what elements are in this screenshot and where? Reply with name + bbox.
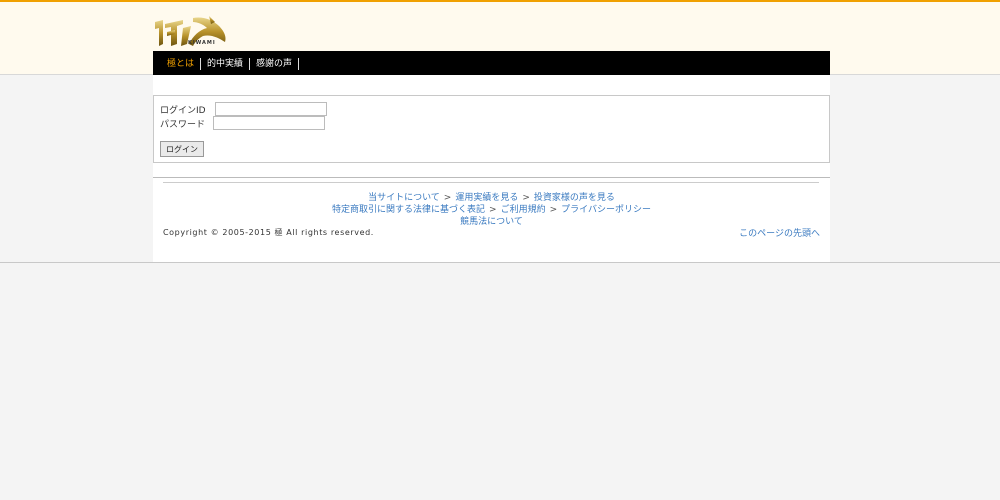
footer-divider <box>163 182 819 183</box>
logo-subtext: KIWAMI <box>188 40 216 46</box>
header-bar: KIWAMI 極とは 的中実績 感謝の声 <box>0 0 1000 76</box>
nav-item-testimonials[interactable]: 感謝の声 <box>250 57 300 70</box>
login-button[interactable]: ログイン <box>160 141 204 157</box>
nav-item-results[interactable]: 的中実績 <box>201 57 251 70</box>
password-label: パスワード <box>160 119 206 130</box>
nav-item-about[interactable]: 極とは <box>161 57 202 70</box>
footer-links-row-3: 競馬法について <box>153 214 830 227</box>
copyright-text: Copyright © 2005-2015 極 All rights reser… <box>163 228 374 237</box>
page-top-link[interactable]: このページの先頭へ <box>739 226 820 239</box>
main-nav: 極とは 的中実績 感謝の声 <box>153 51 830 76</box>
footer-link-horse-racing-law[interactable]: 競馬法について <box>460 217 523 227</box>
login-id-row: ログインID <box>160 102 327 116</box>
password-row: パスワード <box>160 116 325 130</box>
divider <box>153 177 830 178</box>
login-id-label: ログインID <box>160 105 206 116</box>
password-input[interactable] <box>213 116 325 130</box>
login-id-input[interactable] <box>215 102 327 116</box>
main-content: ログインID パスワード ログイン 当サイトについて > 運用実績を見る > 投資家様の… <box>153 75 830 262</box>
login-form: ログインID パスワード ログイン <box>153 95 830 163</box>
bottom-rule <box>0 262 1000 263</box>
